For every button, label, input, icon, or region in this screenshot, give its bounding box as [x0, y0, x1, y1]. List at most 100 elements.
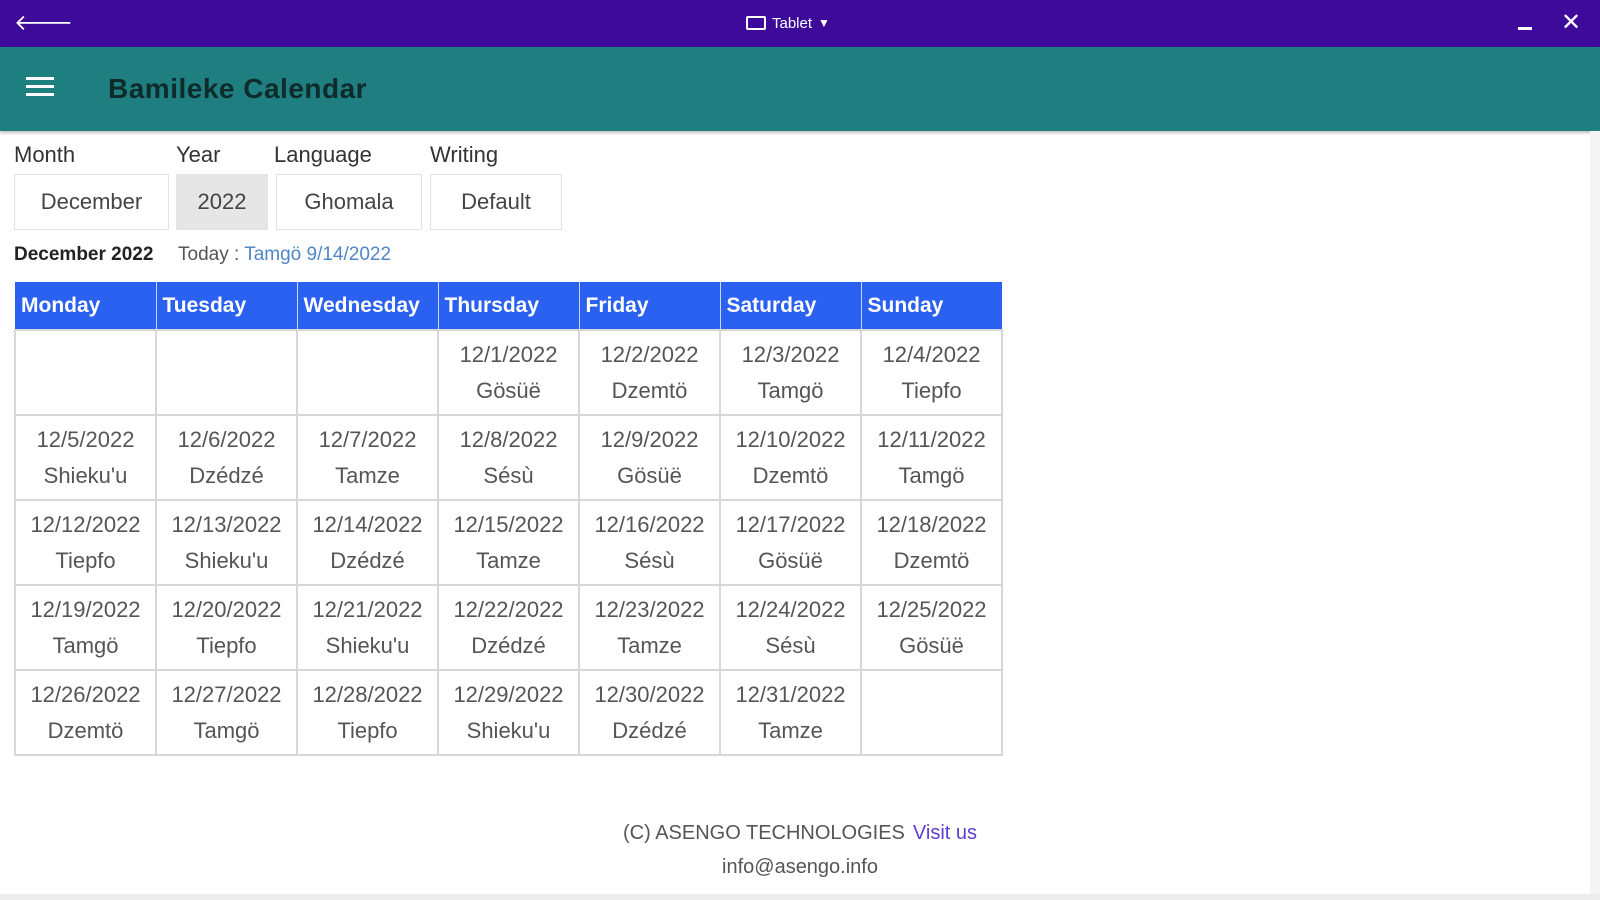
cell-market-day-name: Tamze [476, 547, 541, 573]
cell-market-day-name: Tamze [335, 462, 400, 488]
calendar-day-cell[interactable]: 12/7/2022 Tamze [296, 414, 439, 501]
calendar-day-cell[interactable]: 12/25/2022 Gösüë [860, 584, 1003, 671]
cell-date: 12/12/2022 [30, 511, 141, 537]
cell-date: 12/17/2022 [735, 511, 846, 537]
calendar-day-cell[interactable]: 12/14/2022 Dzédzé [296, 499, 439, 586]
calendar-day-cell[interactable]: 12/19/2022 Tamgö [14, 584, 157, 671]
calendar-day-cell[interactable]: 12/10/2022 Dzemtö [719, 414, 862, 501]
calendar-day-cell[interactable]: 12/2/2022 Dzemtö [578, 329, 721, 416]
writing-label: Writing [430, 142, 499, 167]
email-text: info@asengo.info [722, 856, 878, 878]
cell-date: 12/13/2022 [171, 511, 282, 537]
cell-date: 12/23/2022 [594, 596, 705, 622]
cell-market-day-name: Dzemtö [611, 377, 688, 403]
calendar-day-cell[interactable]: 12/5/2022 Shieku'u [14, 414, 157, 501]
calendar-week-row: 12/5/2022 Shieku'u 12/6/2022 Dzédzé 12/7/202… [14, 414, 1003, 501]
tablet-mode-label: Tablet [772, 14, 813, 32]
footer-email: info@asengo.info [0, 856, 1600, 879]
tablet-mode-dropdown[interactable]: Tablet ▼ [746, 12, 830, 34]
calendar-day-cell[interactable]: 12/26/2022 Dzemtö [14, 669, 157, 756]
cell-date: 12/10/2022 [735, 426, 846, 452]
cell-market-day-name: Shieku'u [466, 717, 551, 743]
hamburger-menu-icon[interactable] [26, 77, 58, 101]
calendar-day-cell[interactable]: 12/12/2022 Tiepfo [14, 499, 157, 586]
month-label: Month [14, 142, 76, 167]
window-titlebar: 🡐 Tablet ▼ ✕ [0, 0, 1600, 47]
cell-market-day-name: Dzédzé [612, 717, 687, 743]
calendar-day-cell[interactable]: 12/18/2022 Dzemtö [860, 499, 1003, 586]
visit-us-link[interactable]: Visit us [913, 822, 977, 844]
cell-market-day-name: Shieku'u [325, 632, 410, 658]
year-select[interactable]: 2022 [176, 174, 268, 230]
calendar-empty-cell [296, 329, 439, 416]
day-header-friday: Friday [579, 282, 721, 330]
cell-date: 12/4/2022 [882, 341, 981, 367]
cell-market-day-name: Tiepfo [55, 547, 116, 573]
day-header-tuesday: Tuesday [156, 282, 298, 330]
cell-market-day-name: Shieku'u [43, 462, 128, 488]
cell-date: 12/16/2022 [594, 511, 705, 537]
calendar-week-row: 12/1/2022 Gösüë 12/2/2022 Dzemtö 12/3/2022 Ta… [14, 329, 1003, 416]
app-bar: Bamileke Calendar [0, 47, 1600, 131]
cell-market-day-name: Sésù [624, 547, 675, 573]
cell-market-day-name: Tamze [617, 632, 682, 658]
cell-market-day-name: Gösüë [617, 462, 682, 488]
calendar-day-cell[interactable]: 12/31/2022 Tamze [719, 669, 862, 756]
cell-date: 12/1/2022 [459, 341, 558, 367]
calendar-day-cell[interactable]: 12/22/2022 Dzédzé [437, 584, 580, 671]
calendar-day-cell[interactable]: 12/27/2022 Tamgö [155, 669, 298, 756]
calendar-day-cell[interactable]: 12/15/2022 Tamze [437, 499, 580, 586]
calendar-day-cell[interactable]: 12/24/2022 Sésù [719, 584, 862, 671]
today-link[interactable]: Tamgö 9/14/2022 [244, 244, 391, 265]
calendar-day-cell[interactable]: 12/29/2022 Shieku'u [437, 669, 580, 756]
copyright-text: (C) ASENGO TECHNOLOGIES [622, 822, 905, 844]
cell-market-day-name: Tamgö [898, 462, 965, 488]
calendar-day-cell[interactable]: 12/8/2022 Sésù [437, 414, 580, 501]
calendar-day-cell[interactable]: 12/1/2022 Gösüë [437, 329, 580, 416]
writing-select[interactable]: Default [430, 174, 562, 230]
cell-date: 12/27/2022 [171, 681, 282, 707]
cell-date: 12/11/2022 [877, 426, 986, 452]
cell-date: 12/15/2022 [453, 511, 564, 537]
cell-date: 12/30/2022 [594, 681, 705, 707]
calendar-day-cell[interactable]: 12/23/2022 Tamze [578, 584, 721, 671]
cell-market-day-name: Tamgö [193, 717, 260, 743]
day-header-thursday: Thursday [438, 282, 580, 330]
cell-date: 12/6/2022 [177, 426, 276, 452]
month-select[interactable]: December [14, 174, 169, 230]
calendar-day-cell[interactable]: 12/11/2022 Tamgö [860, 414, 1003, 501]
day-header-sunday: Sunday [861, 282, 1002, 330]
calendar-week-row: 12/12/2022 Tiepfo 12/13/2022 Shieku'u 12/14/… [14, 499, 1003, 586]
month-heading: December 2022 [14, 244, 154, 265]
calendar-day-cell[interactable]: 12/30/2022 Dzédzé [578, 669, 721, 756]
cell-date: 12/7/2022 [318, 426, 417, 452]
close-button[interactable]: ✕ [1556, 8, 1586, 38]
cell-date: 12/21/2022 [312, 596, 423, 622]
day-header-wednesday: Wednesday [297, 282, 439, 330]
calendar-day-cell[interactable]: 12/20/2022 Tiepfo [155, 584, 298, 671]
cell-market-day-name: Dzemtö [893, 547, 970, 573]
cell-market-day-name: Gösüë [476, 377, 541, 403]
calendar-day-cell[interactable]: 12/28/2022 Tiepfo [296, 669, 439, 756]
minimize-button[interactable] [1512, 10, 1538, 36]
calendar-day-cell[interactable]: 12/16/2022 Sésù [578, 499, 721, 586]
calendar-day-cell[interactable]: 12/21/2022 Shieku'u [296, 584, 439, 671]
calendar-grid: Monday Tuesday Wednesday Thursday Friday Satu… [14, 282, 1003, 756]
calendar-day-cell[interactable]: 12/3/2022 Tamgö [719, 329, 862, 416]
cell-date: 12/8/2022 [459, 426, 558, 452]
calendar-day-cell[interactable]: 12/4/2022 Tiepfo [860, 329, 1003, 416]
calendar-empty-cell [860, 669, 1003, 756]
back-arrow-icon[interactable]: 🡐 [14, 9, 73, 37]
calendar-day-cell[interactable]: 12/9/2022 Gösüë [578, 414, 721, 501]
calendar-empty-cell [14, 329, 157, 416]
cell-date: 12/2/2022 [600, 341, 699, 367]
calendar-day-cell[interactable]: 12/13/2022 Shieku'u [155, 499, 298, 586]
cell-date: 12/5/2022 [36, 426, 135, 452]
cell-date: 12/18/2022 [876, 511, 987, 537]
cell-market-day-name: Gösüë [758, 547, 823, 573]
footer-copyright-line: (C) ASENGO TECHNOLOGIES Visit us [0, 822, 1600, 845]
calendar-day-cell[interactable]: 12/17/2022 Gösüë [719, 499, 862, 586]
calendar-day-cell[interactable]: 12/6/2022 Dzédzé [155, 414, 298, 501]
language-select[interactable]: Ghomala [276, 174, 422, 230]
language-label: Language [274, 142, 372, 167]
